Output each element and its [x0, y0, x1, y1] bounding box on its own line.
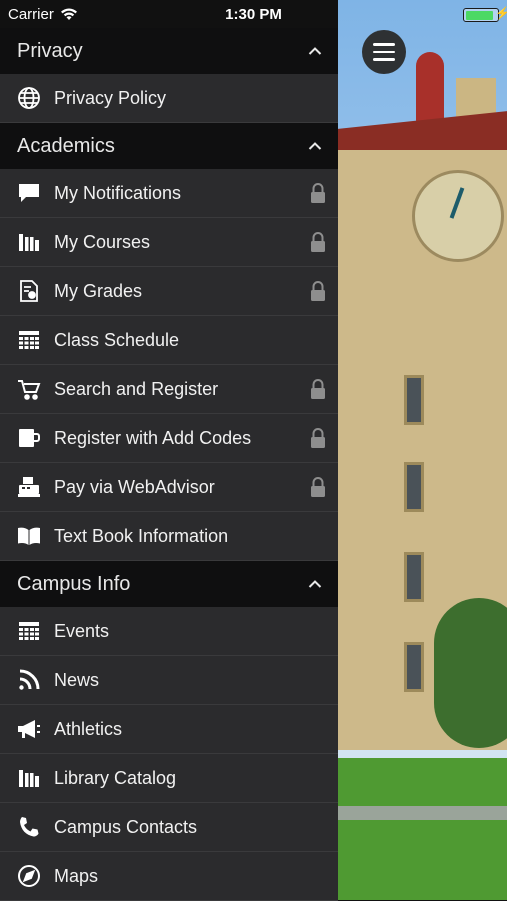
menu-item-label: Search and Register — [54, 378, 219, 399]
cart-icon — [16, 376, 42, 402]
lock-icon — [309, 476, 327, 498]
menu-item-campus-contacts[interactable]: Campus Contacts — [0, 803, 338, 852]
menu-item-label: Text Book Information — [54, 525, 229, 546]
tower-window — [404, 552, 424, 602]
chevron-up-icon[interactable] — [308, 577, 322, 591]
menu-item-label: Class Schedule — [54, 329, 180, 350]
menu-item-privacy-policy[interactable]: Privacy Policy — [0, 74, 338, 123]
lock-icon — [309, 182, 327, 204]
lock-icon — [309, 378, 327, 400]
side-menu-drawer: Privacy Privacy Policy Academics My Notific… — [0, 0, 338, 901]
clock-face — [412, 170, 504, 262]
chat-bubble-icon — [16, 180, 42, 206]
calendar-grid-icon — [16, 618, 42, 644]
megaphone-icon — [16, 716, 42, 742]
menu-item-pay-via-webadvisor[interactable]: Pay via WebAdvisor — [0, 463, 338, 512]
lock-icon — [309, 427, 327, 449]
lawn — [338, 758, 507, 900]
books-icon — [16, 765, 42, 791]
menu-item-my-grades[interactable]: My Grades — [0, 267, 338, 316]
chevron-up-icon[interactable] — [308, 139, 322, 153]
grade-report-icon — [16, 278, 42, 304]
section-header-privacy[interactable]: Privacy — [0, 28, 338, 74]
rss-icon — [16, 667, 42, 693]
menu-item-maps[interactable]: Maps — [0, 852, 338, 901]
menu-item-athletics[interactable]: Athletics — [0, 705, 338, 754]
compass-icon — [16, 863, 42, 889]
section-title: Privacy — [17, 39, 83, 62]
section-title: Academics — [17, 134, 115, 157]
tree — [434, 598, 507, 748]
hamburger-menu-button[interactable] — [362, 30, 406, 74]
menu-item-events[interactable]: Events — [0, 607, 338, 656]
books-icon — [16, 229, 42, 255]
coffee-cup-icon — [16, 425, 42, 451]
calendar-grid-icon — [16, 327, 42, 353]
phone-icon — [16, 814, 42, 840]
tower-spire — [416, 52, 444, 122]
menu-item-label: Athletics — [54, 718, 123, 739]
cash-register-icon — [16, 474, 42, 500]
menu-item-label: Privacy Policy — [54, 87, 167, 108]
globe-icon — [16, 85, 42, 111]
menu-list: Privacy Privacy Policy Academics My Notific… — [0, 28, 338, 901]
menu-item-library-catalog[interactable]: Library Catalog — [0, 754, 338, 803]
walkway — [338, 806, 507, 820]
background-photo — [338, 0, 507, 900]
menu-item-label: Campus Contacts — [54, 816, 198, 837]
lock-icon — [309, 231, 327, 253]
menu-item-label: Events — [54, 620, 110, 641]
menu-item-label: Library Catalog — [54, 767, 177, 788]
status-bar: Carrier 1:30 PM ⚡ — [0, 0, 507, 28]
status-time: 1:30 PM — [225, 6, 282, 23]
menu-item-label: Register with Add Codes — [54, 427, 252, 448]
section-header-academics[interactable]: Academics — [0, 123, 338, 169]
section-header-campus-info[interactable]: Campus Info — [0, 561, 338, 607]
tower-window — [404, 375, 424, 425]
menu-item-my-notifications[interactable]: My Notifications — [0, 169, 338, 218]
battery-icon: ⚡ — [463, 6, 507, 22]
lock-icon — [309, 280, 327, 302]
tower-window — [404, 462, 424, 512]
menu-item-label: News — [54, 669, 100, 690]
section-title: Campus Info — [17, 572, 131, 595]
menu-item-text-book-information[interactable]: Text Book Information — [0, 512, 338, 561]
menu-item-register-with-add-codes[interactable]: Register with Add Codes — [0, 414, 338, 463]
menu-item-label: My Grades — [54, 280, 143, 301]
tower-window — [404, 642, 424, 692]
menu-item-label: My Notifications — [54, 182, 182, 203]
menu-item-news[interactable]: News — [0, 656, 338, 705]
menu-item-search-and-register[interactable]: Search and Register — [0, 365, 338, 414]
menu-item-class-schedule[interactable]: Class Schedule — [0, 316, 338, 365]
menu-item-my-courses[interactable]: My Courses — [0, 218, 338, 267]
menu-item-label: Maps — [54, 865, 99, 886]
chevron-up-icon[interactable] — [308, 44, 322, 58]
menu-item-label: Pay via WebAdvisor — [54, 476, 215, 497]
menu-item-label: My Courses — [54, 231, 151, 252]
open-book-icon — [16, 523, 42, 549]
